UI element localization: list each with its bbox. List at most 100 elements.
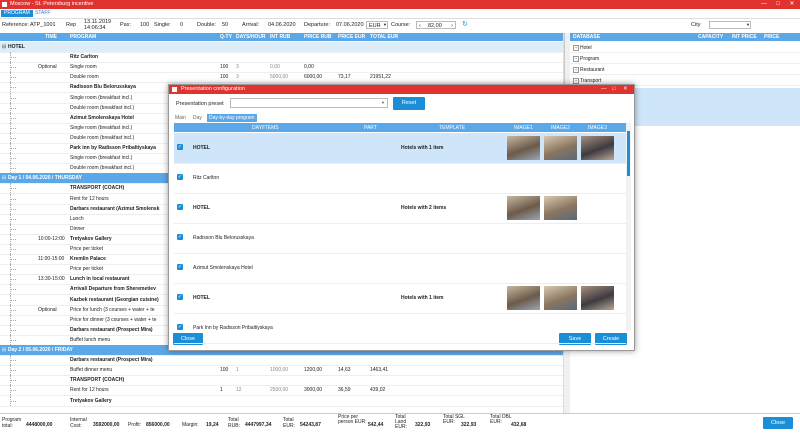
- dialog-row[interactable]: ✓ HOTEL Hotels with 1 item: [174, 133, 626, 164]
- cell-program[interactable]: Double room (breakfast incl.): [70, 165, 134, 171]
- cell-program[interactable]: Single room (breakfast incl.): [70, 95, 132, 101]
- cell-program[interactable]: Single room: [70, 64, 97, 70]
- expand-icon[interactable]: +: [573, 45, 579, 51]
- cell-program[interactable]: Dinner: [70, 226, 85, 232]
- hotel-image-thumbnail[interactable]: [544, 286, 577, 310]
- cell-program[interactable]: Rent for 12 hours: [70, 387, 109, 393]
- cell-price-rub[interactable]: 3000,00: [304, 387, 322, 393]
- dialog-scroll-thumb[interactable]: [627, 131, 630, 176]
- cell-price-rub[interactable]: 6000,00: [304, 74, 322, 80]
- tab-day[interactable]: Day: [191, 114, 204, 122]
- cell-total[interactable]: 21951,22: [370, 74, 391, 80]
- collapse-icon[interactable]: ⊟: [2, 347, 6, 353]
- table-row[interactable]: Tretyakov Gallery: [0, 395, 565, 407]
- cell-program[interactable]: Darbars restaurant (Azimut Smolensk: [70, 206, 159, 212]
- dialog-row[interactable]: ✓ Ritz Carlton: [174, 163, 626, 194]
- database-item-restaurant[interactable]: + Restaurant: [570, 65, 800, 75]
- tab-day-by-day[interactable]: Day-by-day program: [207, 114, 257, 122]
- tab-staff[interactable]: STAFF: [32, 10, 53, 17]
- tab-main[interactable]: Main: [173, 114, 188, 122]
- reset-button[interactable]: Reset: [393, 97, 425, 110]
- dialog-row[interactable]: ✓ HOTEL Hotels with 1 item: [174, 283, 626, 314]
- col-database[interactable]: DATABASE: [573, 34, 600, 40]
- cell-program[interactable]: Price per ticket: [70, 246, 103, 252]
- col-days-hour[interactable]: DAYS/HOUR: [236, 34, 266, 40]
- cell-price-eur[interactable]: 36,59: [338, 387, 351, 393]
- col-program[interactable]: PROGRAM: [70, 34, 96, 40]
- cell-time[interactable]: Optional: [38, 307, 57, 313]
- database-item-program[interactable]: + Program: [570, 54, 800, 64]
- col-day-items[interactable]: DAY/ITEMS: [252, 125, 279, 131]
- cell-int[interactable]: 0,00: [270, 64, 280, 70]
- hotel-image-thumbnail[interactable]: [507, 286, 540, 310]
- hotel-image-thumbnail[interactable]: [507, 136, 540, 160]
- dialog-row[interactable]: ✓ HOTEL Hotels with 2 items: [174, 193, 626, 224]
- dialog-row[interactable]: ✓ Radisson Blu Belorusskaya: [174, 223, 626, 254]
- cell-program[interactable]: Kazbek restaurant (Georgian cuisine): [70, 297, 159, 303]
- cell-program[interactable]: Double room: [70, 74, 99, 80]
- cell-qty[interactable]: 100: [220, 367, 228, 373]
- cell-program[interactable]: Radisson Blu Belorusskaya: [70, 84, 136, 90]
- tab-program[interactable]: PROGRAM: [1, 10, 33, 17]
- collapse-icon[interactable]: ⊟: [2, 44, 6, 50]
- dialog-scrollbar[interactable]: [626, 123, 631, 331]
- database-item-hotel[interactable]: + Hotel: [570, 43, 800, 53]
- cell-program[interactable]: Double room (breakfast incl.): [70, 135, 134, 141]
- col-price-eur[interactable]: PRICE EUR: [338, 34, 365, 40]
- cell-program[interactable]: Price for lunch (3 courses + water + te: [70, 307, 154, 313]
- dialog-row[interactable]: ✓ Park Inn by Radisson Pribaltiyskaya: [174, 313, 626, 344]
- cell-program[interactable]: Price per ticket: [70, 266, 103, 272]
- dialog-row[interactable]: ✓ Azimut Smolenskaya Hotel: [174, 253, 626, 284]
- cell-time[interactable]: 13:30-15:00: [38, 276, 65, 282]
- row-template[interactable]: Hotels with 1 item: [401, 295, 444, 301]
- collapse-icon[interactable]: ⊟: [2, 175, 6, 181]
- cell-program[interactable]: Lunch: [70, 216, 84, 222]
- expand-icon[interactable]: +: [573, 67, 579, 73]
- row-template[interactable]: Hotels with 2 items: [401, 205, 446, 211]
- cell-program[interactable]: Price for dinner (3 courses + water + te: [70, 317, 156, 323]
- minimize-button[interactable]: —: [758, 0, 770, 9]
- cell-program[interactable]: Ritz Carlton: [70, 54, 98, 60]
- row-checkbox[interactable]: ✓: [177, 204, 183, 210]
- course-increment[interactable]: ›: [451, 22, 453, 30]
- cell-program[interactable]: Buffet lunch menu: [70, 337, 110, 343]
- cell-days[interactable]: 3: [236, 64, 239, 70]
- cell-program[interactable]: Lunch in local restaurant: [70, 276, 129, 282]
- col-price[interactable]: PRICE: [764, 34, 779, 40]
- cell-qty[interactable]: 100: [220, 64, 228, 70]
- row-checkbox[interactable]: ✓: [177, 234, 183, 240]
- close-window-button[interactable]: ✕: [786, 0, 798, 9]
- single-value[interactable]: 0: [180, 22, 183, 28]
- course-decrement[interactable]: ‹: [419, 23, 421, 29]
- row-checkbox[interactable]: ✓: [177, 144, 183, 150]
- col-int-price[interactable]: INT PRICE: [732, 34, 757, 40]
- col-image2[interactable]: IMAGE2: [551, 125, 570, 131]
- course-stepper[interactable]: ‹ 82,00 ›: [416, 21, 456, 29]
- col-template[interactable]: TEMPLATE: [439, 125, 465, 131]
- hotel-image-thumbnail[interactable]: [507, 196, 540, 220]
- close-button[interactable]: Close: [763, 417, 793, 429]
- cell-program[interactable]: Darbars restaurant (Prospect Mira): [70, 327, 153, 333]
- cell-price-eur[interactable]: 73,17: [338, 74, 351, 80]
- cell-program[interactable]: Double room (breakfast incl.): [70, 105, 134, 111]
- cell-program[interactable]: Darbars restaurant (Prospect Mira): [70, 357, 153, 363]
- hotel-image-thumbnail[interactable]: [544, 136, 577, 160]
- col-image3[interactable]: IMAGE3: [588, 125, 607, 131]
- cell-program[interactable]: TRANSPORT (COACH): [70, 377, 124, 383]
- col-image1[interactable]: IMAGE1: [514, 125, 533, 131]
- cell-total[interactable]: 439,02: [370, 387, 385, 393]
- hotel-image-thumbnail[interactable]: [581, 136, 614, 160]
- refresh-icon[interactable]: ↻: [462, 20, 468, 28]
- cell-int[interactable]: 1000,00: [270, 367, 288, 373]
- row-checkbox[interactable]: ✓: [177, 264, 183, 270]
- pax-value[interactable]: 100: [140, 22, 149, 28]
- departure-value[interactable]: 07.06.2020: [336, 22, 364, 28]
- hotel-image-thumbnail[interactable]: [544, 196, 577, 220]
- maximize-button[interactable]: □: [772, 0, 784, 9]
- cell-program[interactable]: TRANSPORT (COACH): [70, 185, 124, 191]
- cell-int[interactable]: 5000,00: [270, 74, 288, 80]
- cell-program[interactable]: Arrival/ Departure from Sheremetiev: [70, 286, 156, 292]
- cell-program[interactable]: Park inn by Radisson Pribaltiyskaya: [70, 145, 156, 151]
- col-price-rub[interactable]: PRICE RUB: [304, 34, 332, 40]
- dialog-minimize-button[interactable]: —: [601, 86, 607, 92]
